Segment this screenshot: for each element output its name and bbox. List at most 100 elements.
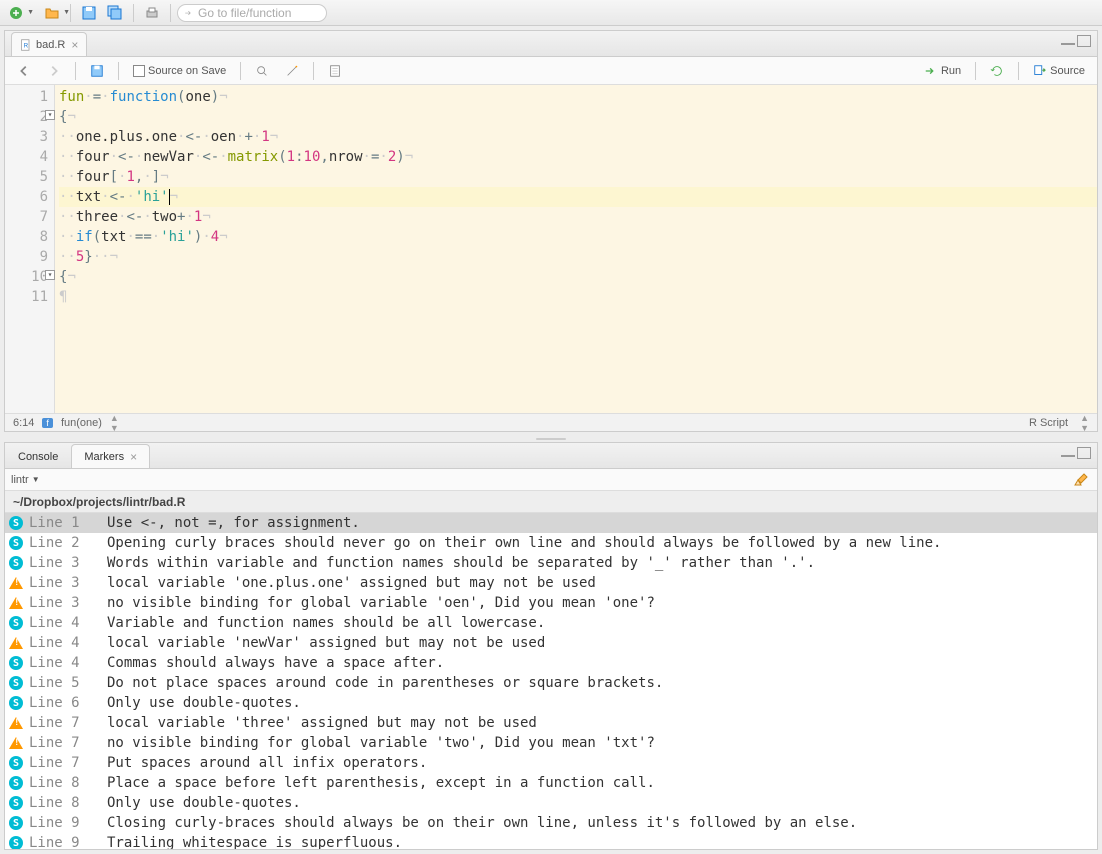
marker-row[interactable]: SLine 9Trailing whitespace is superfluou…: [5, 833, 1097, 849]
markers-source-dropdown[interactable]: lintr: [11, 474, 29, 486]
main-toolbar: ▼ ▼ Go to file/function: [0, 0, 1102, 26]
svg-text:R: R: [24, 43, 29, 49]
style-icon: S: [9, 616, 23, 630]
save-all-button[interactable]: [103, 3, 127, 23]
close-tab-icon[interactable]: ×: [71, 38, 78, 52]
marker-line: Line 3: [29, 595, 101, 611]
r-file-icon: R: [20, 39, 32, 51]
marker-message: no visible binding for global variable '…: [107, 735, 655, 751]
rerun-button[interactable]: [984, 62, 1010, 80]
marker-row[interactable]: SLine 3Words within variable and functio…: [5, 553, 1097, 573]
marker-message: local variable 'newVar' assigned but may…: [107, 635, 545, 651]
marker-row[interactable]: Line 4local variable 'newVar' assigned b…: [5, 633, 1097, 653]
maximize-panel-button[interactable]: [1077, 447, 1091, 459]
marker-line: Line 9: [29, 835, 101, 849]
marker-line: Line 5: [29, 675, 101, 691]
wand-button[interactable]: ▼: [279, 62, 305, 80]
marker-message: Put spaces around all infix operators.: [107, 755, 427, 771]
file-tab-bad-r[interactable]: R bad.R ×: [11, 32, 87, 56]
style-icon: S: [9, 816, 23, 830]
maximize-panel-button[interactable]: [1077, 35, 1091, 47]
marker-message: local variable 'three' assigned but may …: [107, 715, 537, 731]
minimize-panel-button[interactable]: [1061, 35, 1075, 45]
goto-placeholder: Go to file/function: [198, 6, 291, 20]
marker-line: Line 7: [29, 715, 101, 731]
print-button[interactable]: [140, 3, 164, 23]
code-editor[interactable]: 12▾345678910▾11 fun·=·function(one)¬ {¬ …: [5, 85, 1097, 413]
marker-message: Do not place spaces around code in paren…: [107, 675, 663, 691]
marker-message: Variable and function names should be al…: [107, 615, 545, 631]
open-file-button[interactable]: ▼: [40, 3, 64, 23]
warning-icon: [9, 737, 23, 749]
marker-row[interactable]: SLine 5Do not place spaces around code i…: [5, 673, 1097, 693]
back-button[interactable]: [11, 62, 37, 80]
save-button[interactable]: [77, 3, 101, 23]
fn-badge-icon: f: [42, 418, 53, 428]
marker-row[interactable]: SLine 6Only use double-quotes.: [5, 693, 1097, 713]
marker-message: Commas should always have a space after.: [107, 655, 444, 671]
editor-tab-row: R bad.R ×: [5, 31, 1097, 57]
marker-row[interactable]: S Line 8 Place a space before left parenth…: [5, 773, 1097, 793]
marker-message: Only use double-quotes.: [107, 795, 301, 811]
marker-message: Closing curly-braces should always be on…: [107, 815, 857, 831]
marker-row[interactable]: S Line 9 Closing curly-braces should alway…: [5, 813, 1097, 833]
forward-button[interactable]: [41, 62, 67, 80]
find-button[interactable]: [249, 62, 275, 80]
marker-message: local variable 'one.plus.one' assigned b…: [107, 575, 596, 591]
marker-row[interactable]: Line 7 local variable 'three' assigned bu…: [5, 713, 1097, 733]
marker-message: no visible binding for global variable '…: [107, 595, 655, 611]
save-doc-button[interactable]: [84, 62, 110, 80]
marker-row[interactable]: S Line 7 Put spaces around all infix opera…: [5, 753, 1097, 773]
marker-row[interactable]: Line 3 no visible binding for global vari…: [5, 593, 1097, 613]
source-button[interactable]: Source ▼: [1027, 62, 1091, 80]
marker-message: Place a space before left parenthesis, e…: [107, 775, 655, 791]
panel-window-controls: [1061, 35, 1091, 47]
style-icon: S: [9, 776, 23, 790]
warning-icon: [9, 597, 23, 609]
goto-file-input[interactable]: Go to file/function: [177, 4, 327, 22]
style-icon: S: [9, 836, 23, 849]
source-icon: [1033, 64, 1047, 78]
marker-row[interactable]: SLine 8Only use double-quotes.: [5, 793, 1097, 813]
marker-message: Use <-, not =, for assignment.: [107, 515, 360, 531]
marker-row[interactable]: SLine 4Commas should always have a space…: [5, 653, 1097, 673]
gutter: 12▾345678910▾11: [5, 85, 55, 413]
run-button[interactable]: Run: [918, 62, 967, 80]
marker-message: Words within variable and function names…: [107, 555, 815, 571]
style-icon: S: [9, 696, 23, 710]
code-lines: fun·=·function(one)¬ {¬ ··one.plus.one·<…: [55, 85, 1097, 413]
marker-line: Line 9: [29, 815, 101, 831]
marker-row[interactable]: Line 7no visible binding for global vari…: [5, 733, 1097, 753]
marker-row[interactable]: Line 3local variable 'one.plus.one' assi…: [5, 573, 1097, 593]
tab-console[interactable]: Console: [5, 444, 71, 468]
editor-toolbar: Source on Save ▼ Run Source ▼: [5, 57, 1097, 85]
checkbox-icon: [133, 65, 145, 77]
style-icon: S: [9, 556, 23, 570]
marker-row[interactable]: S Line 4 Variable and function names shoul…: [5, 613, 1097, 633]
marker-line: Line 1: [29, 515, 101, 531]
markers-file-path[interactable]: ~/Dropbox/projects/lintr/bad.R: [5, 491, 1097, 513]
warning-icon: [9, 717, 23, 729]
minimize-panel-button[interactable]: [1061, 447, 1075, 457]
chevron-down-icon: ▼: [27, 9, 34, 16]
marker-line: Line 7: [29, 755, 101, 771]
marker-line: Line 4: [29, 655, 101, 671]
marker-message: Only use double-quotes.: [107, 695, 301, 711]
clear-markers-button[interactable]: [1073, 472, 1089, 488]
marker-line: Line 4: [29, 615, 101, 631]
marker-row[interactable]: SLine 1Use <-, not =, for assignment.: [5, 513, 1097, 533]
close-tab-icon[interactable]: ×: [130, 450, 137, 464]
tab-markers[interactable]: Markers×: [71, 444, 150, 468]
fn-scope[interactable]: fun(one): [61, 417, 102, 429]
source-on-save-checkbox[interactable]: Source on Save: [127, 63, 232, 79]
style-icon: S: [9, 536, 23, 550]
new-file-button[interactable]: ▼: [4, 3, 28, 23]
marker-line: Line 8: [29, 775, 101, 791]
notebook-button[interactable]: [322, 62, 348, 80]
markers-panel: Console Markers× lintr▼ ~/Dropbox/projec…: [4, 442, 1098, 850]
warning-icon: [9, 577, 23, 589]
marker-row[interactable]: SLine 2Opening curly braces should never…: [5, 533, 1097, 553]
marker-message: Opening curly braces should never go on …: [107, 535, 941, 551]
mode-label[interactable]: R Script: [1029, 417, 1068, 429]
style-icon: S: [9, 756, 23, 770]
